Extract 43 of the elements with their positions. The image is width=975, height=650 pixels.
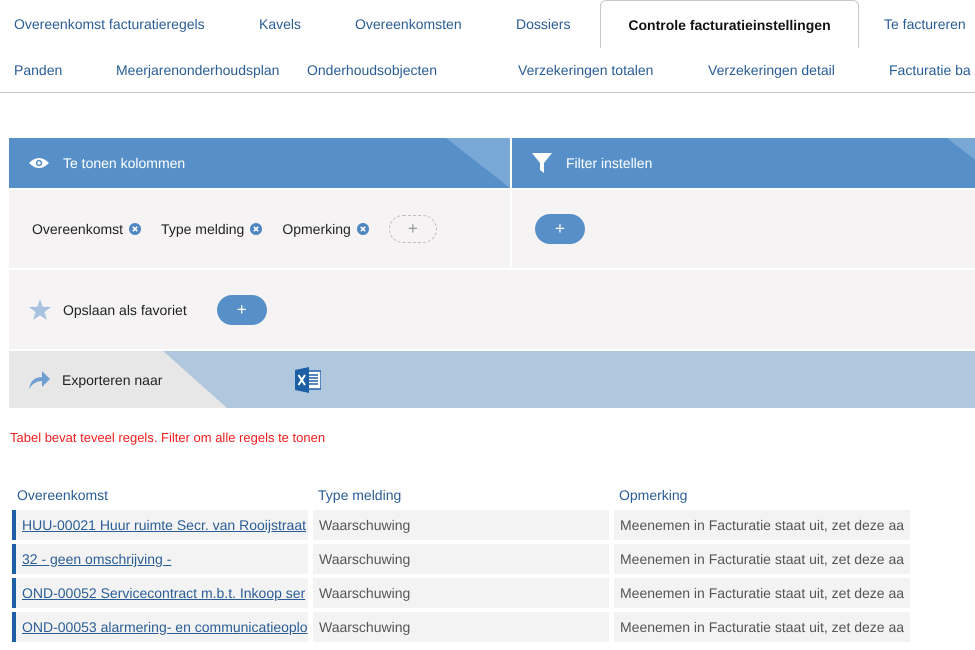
- column-chip-label: Type melding: [161, 221, 244, 237]
- tab[interactable]: Overeenkomsten: [341, 0, 502, 48]
- remove-icon[interactable]: [129, 223, 142, 235]
- agreement-link[interactable]: HUU-00021 Huur ruimte Secr. van Rooijstraat: [22, 517, 306, 533]
- tab[interactable]: Panden: [0, 48, 102, 92]
- column-header[interactable]: Overeenkomst: [12, 487, 308, 510]
- column-chip-label: Opmerking: [282, 221, 351, 237]
- table-cell: Waarschuwing: [313, 612, 609, 642]
- tab[interactable]: Overeenkomst facturatieregels: [0, 0, 245, 48]
- tab[interactable]: Verzekeringen detail: [694, 48, 875, 92]
- tab[interactable]: Meerjarenonderhoudsplan: [102, 48, 293, 92]
- tab[interactable]: Onderhoudsobjecten: [293, 48, 504, 92]
- column-header[interactable]: Opmerking: [614, 487, 910, 510]
- warning-message: Tabel bevat teveel regels. Filter om alle regels te tonen: [10, 430, 326, 445]
- export-label: Exporteren naar: [62, 372, 162, 388]
- remove-icon[interactable]: [356, 223, 369, 235]
- column-header[interactable]: Type melding: [313, 487, 609, 510]
- tab[interactable]: Te factureren: [859, 0, 975, 48]
- panel-title: Filter instellen: [566, 155, 652, 171]
- tab[interactable]: Dossiers: [502, 0, 600, 48]
- table-cell: Waarschuwing: [313, 510, 609, 540]
- agreement-link[interactable]: 32 - geen omschrijving -: [22, 551, 172, 567]
- agreement-link[interactable]: OND-00053 alarmering- en communicatieoplo: [22, 619, 308, 635]
- table-cell: Meenemen in Facturatie staat uit, zet deze aa: [614, 510, 910, 540]
- share-arrow-icon: [29, 370, 50, 388]
- table-cell: Waarschuwing: [313, 578, 609, 608]
- filter-icon: [532, 153, 552, 173]
- table-cell: Meenemen in Facturatie staat uit, zet deze aa: [614, 544, 910, 574]
- favorite-label: Opslaan als favoriet: [63, 302, 187, 318]
- panel-title: Te tonen kolommen: [63, 155, 186, 171]
- agreement-link[interactable]: OND-00052 Servicecontract m.b.t. Inkoop ser: [22, 585, 306, 601]
- star-icon[interactable]: [29, 299, 51, 320]
- table-cell: Meenemen in Facturatie staat uit, zet deze aa: [614, 612, 910, 642]
- column-chip-label: Overeenkomst: [32, 221, 124, 237]
- remove-icon[interactable]: [250, 223, 262, 235]
- table-cell: Meenemen in Facturatie staat uit, zet deze aa: [614, 578, 910, 608]
- tab[interactable]: Controle facturatieinstellingen: [600, 0, 859, 48]
- tab[interactable]: Verzekeringen totalen: [504, 48, 694, 92]
- table-cell: Waarschuwing: [313, 544, 609, 574]
- tab[interactable]: Kavels: [245, 0, 341, 48]
- spreadsheet-icon[interactable]: [295, 366, 322, 392]
- eye-icon: [29, 157, 49, 169]
- tab[interactable]: Facturatie ba: [875, 48, 975, 92]
